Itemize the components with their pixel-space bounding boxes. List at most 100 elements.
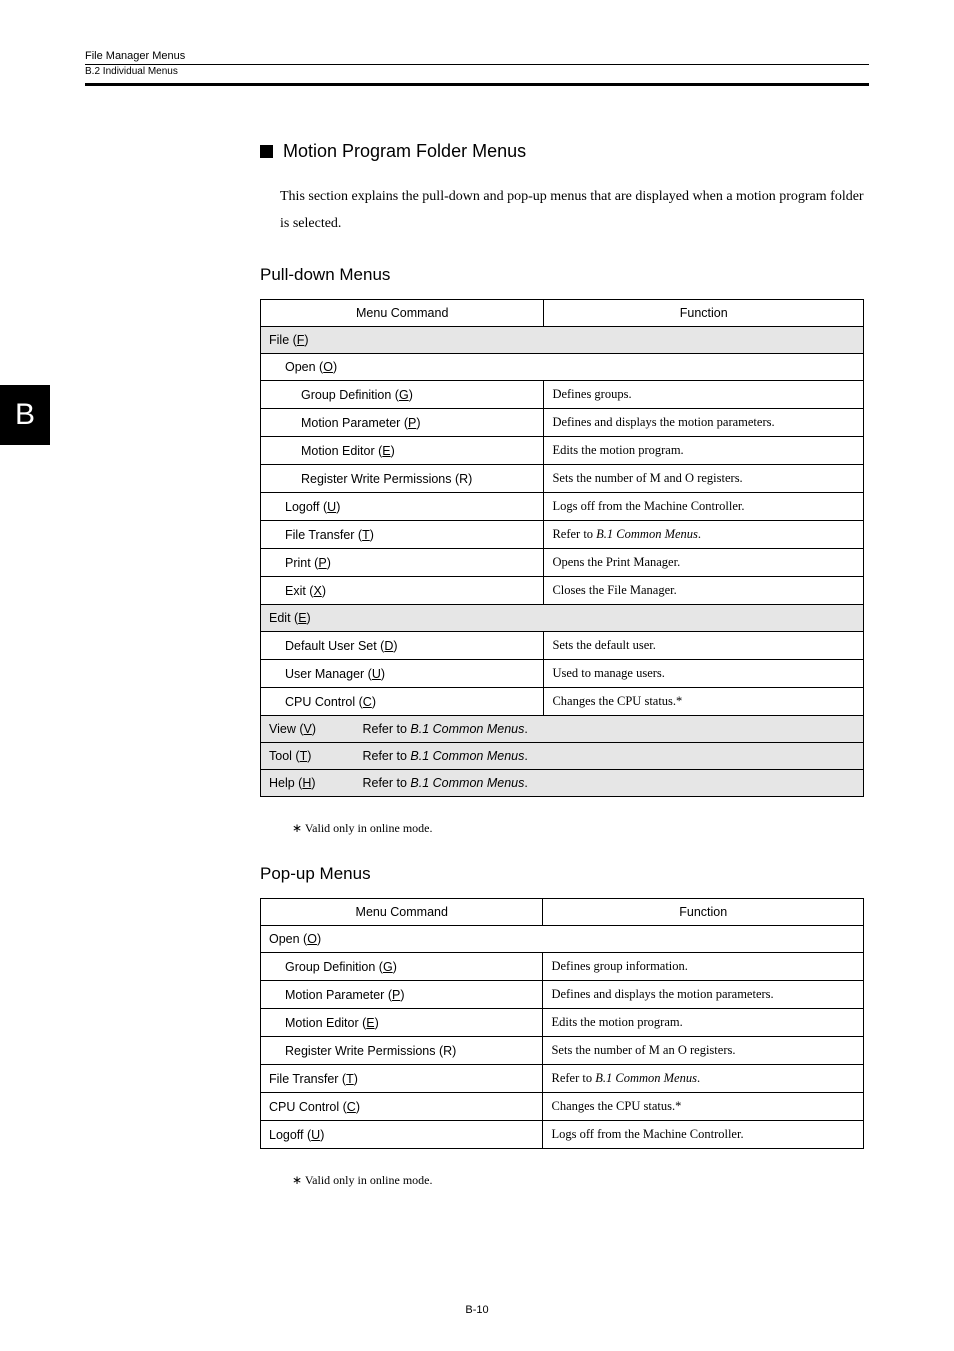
table-header-row: Menu Command Function	[261, 300, 864, 327]
table-row: Group Definition (G) Defines groups.	[261, 381, 864, 409]
header-rule	[85, 83, 869, 86]
section-heading: Motion Program Folder Menus	[260, 141, 864, 162]
col-header-function: Function	[543, 899, 864, 926]
func-cell: Sets the number of M and O registers.	[544, 465, 864, 493]
cmd-cell: Default User Set (D)	[277, 632, 544, 660]
table-row: Open (O)	[261, 354, 864, 381]
indent-cell	[261, 688, 278, 716]
func-cell: Defines and displays the motion paramete…	[544, 409, 864, 437]
popup-note: ∗ Valid only in online mode.	[292, 1173, 864, 1188]
cmd-cell: CPU Control (C)	[277, 688, 544, 716]
indent-cell	[261, 632, 278, 660]
table-row: File (F)	[261, 327, 864, 354]
cmd-cell: Register Write Permissions (R)	[293, 465, 544, 493]
indent-cell	[277, 381, 293, 409]
table-header-row: Menu Command Function	[261, 899, 864, 926]
view-menu-row: View (V) Refer to B.1 Common Menus.	[261, 716, 864, 743]
page-number: B-10	[0, 1304, 954, 1316]
header-line-2: B.2 Individual Menus	[85, 66, 869, 77]
indent-cell	[261, 381, 278, 409]
indent-cell	[277, 437, 293, 465]
indent-cell	[261, 981, 278, 1009]
open-menu-row: Open (O)	[277, 354, 864, 381]
func-cell: Opens the Print Manager.	[544, 549, 864, 577]
table-row: CPU Control (C) Changes the CPU status.*	[261, 688, 864, 716]
func-cell: Logs off from the Machine Controller.	[544, 493, 864, 521]
cmd-cell: CPU Control (C)	[261, 1093, 543, 1121]
header-line-1: File Manager Menus	[85, 50, 869, 62]
func-cell: Used to manage users.	[544, 660, 864, 688]
table-row: Group Definition (G) Defines group infor…	[261, 953, 864, 981]
table-row: CPU Control (C) Changes the CPU status.*	[261, 1093, 864, 1121]
table-row: File Transfer (T) Refer to B.1 Common Me…	[261, 521, 864, 549]
section-marker-icon	[260, 145, 273, 158]
func-cell: Refer to B.1 Common Menus.	[543, 1065, 864, 1093]
cmd-cell: Exit (X)	[277, 577, 544, 605]
indent-cell	[261, 493, 278, 521]
indent-cell	[277, 465, 293, 493]
indent-cell	[277, 409, 293, 437]
indent-cell	[261, 437, 278, 465]
cmd-cell: Logoff (U)	[277, 493, 544, 521]
table-row: Register Write Permissions (R) Sets the …	[261, 465, 864, 493]
table-row: Register Write Permissions (R) Sets the …	[261, 1037, 864, 1065]
table-row: Exit (X) Closes the File Manager.	[261, 577, 864, 605]
indent-cell	[261, 465, 278, 493]
func-cell: Logs off from the Machine Controller.	[543, 1121, 864, 1149]
col-header-command: Menu Command	[261, 300, 544, 327]
indent-cell	[261, 953, 278, 981]
table-row: Motion Editor (E) Edits the motion progr…	[261, 1009, 864, 1037]
indent-cell	[261, 660, 278, 688]
pulldown-note: ∗ Valid only in online mode.	[292, 821, 864, 836]
pulldown-heading: Pull-down Menus	[260, 265, 864, 285]
table-row: Motion Editor (E) Edits the motion progr…	[261, 437, 864, 465]
cmd-cell: User Manager (U)	[277, 660, 544, 688]
popup-heading: Pop-up Menus	[260, 864, 864, 884]
indent-cell	[261, 577, 278, 605]
cmd-cell: File Transfer (T)	[277, 521, 544, 549]
func-cell: Refer to B.1 Common Menus.	[544, 521, 864, 549]
table-row: Help (H) Refer to B.1 Common Menus.	[261, 770, 864, 797]
func-cell: Sets the number of M an O registers.	[543, 1037, 864, 1065]
func-cell: Sets the default user.	[544, 632, 864, 660]
help-menu-row: Help (H) Refer to B.1 Common Menus.	[261, 770, 864, 797]
table-row: File Transfer (T) Refer to B.1 Common Me…	[261, 1065, 864, 1093]
pulldown-table: Menu Command Function File (F) Open (O) …	[260, 299, 864, 797]
table-row: Logoff (U) Logs off from the Machine Con…	[261, 493, 864, 521]
cmd-cell: Register Write Permissions (R)	[277, 1037, 543, 1065]
cmd-cell: Motion Parameter (P)	[293, 409, 544, 437]
edit-menu-row: Edit (E)	[261, 605, 864, 632]
func-cell: Changes the CPU status.*	[544, 688, 864, 716]
cmd-cell: Logoff (U)	[261, 1121, 543, 1149]
file-menu-row: File (F)	[261, 327, 864, 354]
indent-cell	[261, 354, 278, 381]
table-row: View (V) Refer to B.1 Common Menus.	[261, 716, 864, 743]
table-row: Open (O)	[261, 926, 864, 953]
popup-table: Menu Command Function Open (O) Group Def…	[260, 898, 864, 1149]
open-menu-row: Open (O)	[261, 926, 864, 953]
func-cell: Defines group information.	[543, 953, 864, 981]
func-cell: Defines and displays the motion paramete…	[543, 981, 864, 1009]
func-cell: Changes the CPU status.*	[543, 1093, 864, 1121]
col-header-command: Menu Command	[261, 899, 543, 926]
cmd-cell: Print (P)	[277, 549, 544, 577]
cmd-cell: Motion Editor (E)	[293, 437, 544, 465]
indent-cell	[261, 1009, 278, 1037]
table-row: Motion Parameter (P) Defines and display…	[261, 409, 864, 437]
cmd-cell: Group Definition (G)	[277, 953, 543, 981]
table-row: User Manager (U) Used to manage users.	[261, 660, 864, 688]
func-cell: Defines groups.	[544, 381, 864, 409]
table-row: Motion Parameter (P) Defines and display…	[261, 981, 864, 1009]
cmd-cell: File Transfer (T)	[261, 1065, 543, 1093]
indent-cell	[261, 549, 278, 577]
cmd-cell: Motion Parameter (P)	[277, 981, 543, 1009]
col-header-function: Function	[544, 300, 864, 327]
indent-cell	[261, 409, 278, 437]
func-cell: Edits the motion program.	[544, 437, 864, 465]
func-cell: Edits the motion program.	[543, 1009, 864, 1037]
table-row: Default User Set (D) Sets the default us…	[261, 632, 864, 660]
table-row: Tool (T) Refer to B.1 Common Menus.	[261, 743, 864, 770]
cmd-cell: Group Definition (G)	[293, 381, 544, 409]
cmd-cell: Motion Editor (E)	[277, 1009, 543, 1037]
tool-menu-row: Tool (T) Refer to B.1 Common Menus.	[261, 743, 864, 770]
